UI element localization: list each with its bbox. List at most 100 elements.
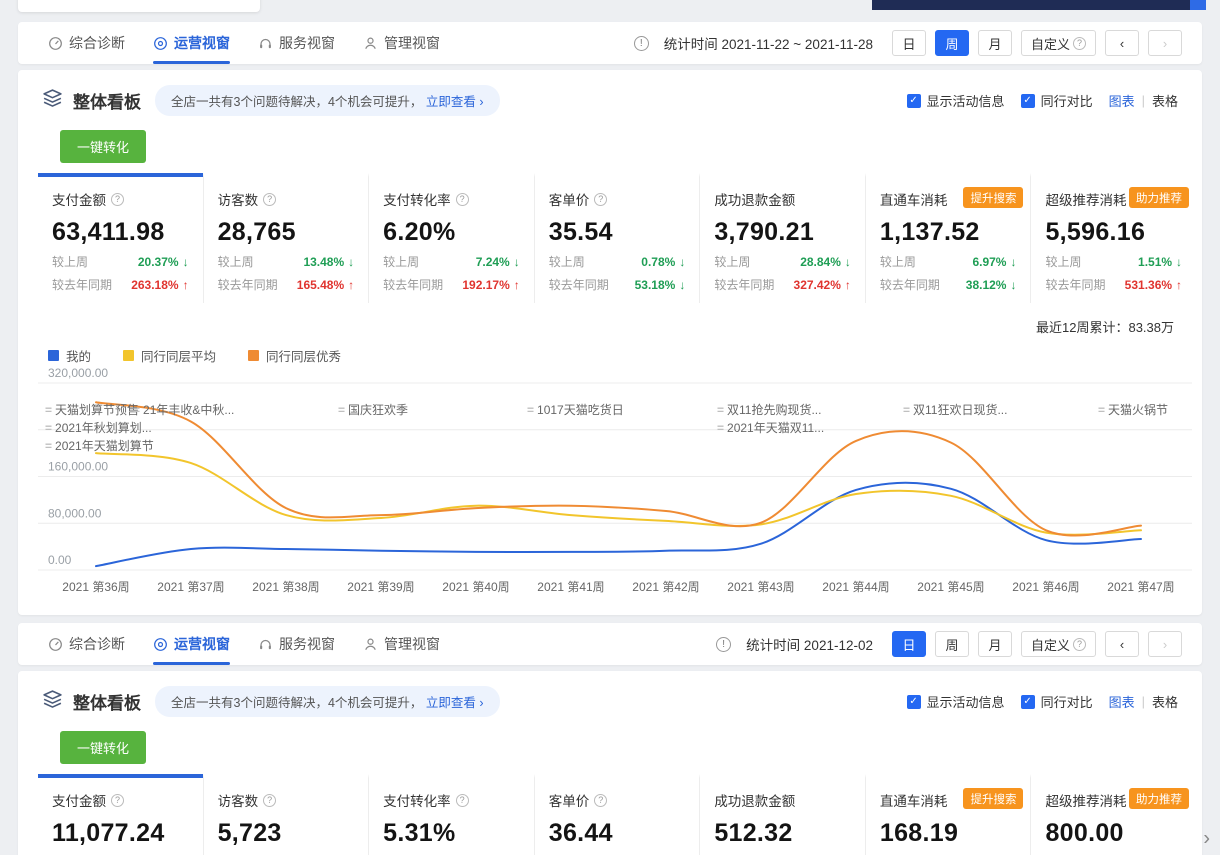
tab-3[interactable]: 管理视窗 [363, 22, 440, 64]
event-annotation: =双11狂欢日现货... [903, 401, 1007, 418]
metric-card-5[interactable]: 直通车消耗 提升搜索 168.19 较前1日 1.31% ↓ 较上周同期 6.0… [865, 774, 1031, 855]
board-title: 整体看板 [73, 689, 141, 714]
checkbox-0[interactable]: ✓ 显示活动信息 [907, 91, 1005, 110]
range-button-月[interactable]: 月 [978, 631, 1012, 657]
metric-card-6[interactable]: 超级推荐消耗 助力推荐 800.00 较前1日 0.00% — 较上周同期 0.… [1030, 774, 1196, 855]
metric-card-3[interactable]: 客单价 ? 36.44 较前1日 1.43% ↑ 较上周同期 2.66% ↑ [534, 774, 700, 855]
chart-legend: 我的 同行同层平均 同行同层优秀 [48, 346, 1202, 365]
tab-0[interactable]: 综合诊断 [48, 623, 125, 665]
metric-card-1[interactable]: 访客数 ? 5,723 较前1日 49.97% ↑ 较上周同期 37.61% ↑ [203, 774, 369, 855]
compare-value: 327.42% [794, 278, 841, 292]
range-button-自定义[interactable]: 自定义 ? [1021, 30, 1096, 56]
range-button-日[interactable]: 日 [892, 30, 926, 56]
checkbox-0[interactable]: ✓ 显示活动信息 [907, 692, 1005, 711]
metric-card-4[interactable]: 成功退款金额 512.32 较前1日 114.00% ↑ 较上周同期 22.83… [699, 774, 865, 855]
help-icon[interactable]: ? [456, 794, 469, 807]
view-now-link[interactable]: 立即查看 › [426, 95, 484, 109]
tab-2[interactable]: 服务视窗 [258, 623, 335, 665]
next-period-button[interactable]: › [1148, 631, 1182, 657]
help-icon[interactable]: ? [263, 794, 276, 807]
cards-next-chevron-icon[interactable]: › [1203, 828, 1210, 851]
range-button-日[interactable]: 日 [892, 631, 926, 657]
one-click-convert-button[interactable]: 一键转化 [60, 130, 146, 163]
view-toggle: 图表 | 表格 [1109, 91, 1178, 110]
prev-period-button[interactable]: ‹ [1105, 30, 1139, 56]
range-button-周[interactable]: 周 [935, 30, 969, 56]
top-blue-segment [1190, 0, 1206, 10]
table-view-button[interactable]: 表格 [1152, 91, 1178, 110]
metric-card-6[interactable]: 超级推荐消耗 助力推荐 5,596.16 较上周 1.51% ↓ 较去年同期 5… [1030, 173, 1196, 303]
event-annotation: =21年丰收&中秋... [133, 401, 234, 418]
tab-1[interactable]: 运营视窗 [153, 623, 230, 665]
info-icon[interactable]: ! [716, 637, 731, 652]
compare-value: 28.84% [800, 255, 841, 269]
promo-badge[interactable]: 提升搜索 [963, 788, 1023, 809]
compare-label: 较上周 [549, 253, 585, 270]
arrow-down-icon: ↓ [1176, 255, 1182, 269]
metric-card-2[interactable]: 支付转化率 ? 6.20% 较上周 7.24% ↓ 较去年同期 192.17% … [368, 173, 534, 303]
event-annotation: =国庆狂欢季 [338, 401, 408, 418]
metric-card-0[interactable]: 支付金额 ? 63,411.98 较上周 20.37% ↓ 较去年同期 263.… [38, 173, 203, 303]
metric-value: 35.54 [549, 218, 690, 247]
arrow-down-icon: ↓ [845, 255, 851, 269]
legend-item-2[interactable]: 同行同层优秀 [248, 346, 341, 365]
metric-card-5[interactable]: 直通车消耗 提升搜索 1,137.52 较上周 6.97% ↓ 较去年同期 38… [865, 173, 1031, 303]
metric-value: 6.20% [383, 218, 524, 247]
view-toggle: 图表 | 表格 [1109, 692, 1178, 711]
legend-item-1[interactable]: 同行同层平均 [123, 346, 216, 365]
promo-badge[interactable]: 助力推荐 [1129, 187, 1189, 208]
metric-card-3[interactable]: 客单价 ? 35.54 较上周 0.78% ↓ 较去年同期 53.18% ↓ [534, 173, 700, 303]
prev-period-button[interactable]: ‹ [1105, 631, 1139, 657]
event-marker-icon: = [45, 439, 52, 453]
info-icon[interactable]: ! [634, 36, 649, 51]
event-marker-icon: = [133, 403, 140, 417]
svg-text:2021 第47周: 2021 第47周 [1107, 580, 1174, 594]
arrow-up-icon: ↑ [183, 278, 189, 292]
compass-icon [153, 637, 168, 652]
metric-card-4[interactable]: 成功退款金额 3,790.21 较上周 28.84% ↓ 较去年同期 327.4… [699, 173, 865, 303]
compare-label: 较去年同期 [549, 276, 609, 293]
chart-view-button[interactable]: 图表 [1109, 692, 1135, 711]
chart-view-button[interactable]: 图表 [1109, 91, 1135, 110]
promo-badge[interactable]: 助力推荐 [1129, 788, 1189, 809]
checkbox-label: 同行对比 [1041, 692, 1093, 711]
metric-card-0[interactable]: 支付金额 ? 11,077.24 较前1日 43.42% ↑ 较上周同期 23.… [38, 774, 203, 855]
promo-badge[interactable]: 提升搜索 [963, 187, 1023, 208]
metric-card-2[interactable]: 支付转化率 ? 5.31% 较前1日 5.72% ↓ 较上周同期 12.68% … [368, 774, 534, 855]
help-icon[interactable]: ? [263, 193, 276, 206]
compare-value: 192.17% [462, 278, 509, 292]
tab-2[interactable]: 服务视窗 [258, 22, 335, 64]
tab-3[interactable]: 管理视窗 [363, 623, 440, 665]
arrow-down-icon: ↓ [679, 255, 685, 269]
arrow-down-icon: ↓ [679, 278, 685, 292]
tab-0[interactable]: 综合诊断 [48, 22, 125, 64]
help-icon[interactable]: ? [111, 193, 124, 206]
compare-row: 较上周 6.97% ↓ [880, 253, 1021, 270]
arrow-up-icon: ↑ [845, 278, 851, 292]
view-now-link[interactable]: 立即查看 › [426, 696, 484, 710]
help-icon[interactable]: ? [456, 193, 469, 206]
metric-card-1[interactable]: 访客数 ? 28,765 较上周 13.48% ↓ 较去年同期 165.48% … [203, 173, 369, 303]
svg-text:2021 第43周: 2021 第43周 [727, 580, 794, 594]
checkbox-1[interactable]: ✓ 同行对比 [1021, 692, 1093, 711]
tab-1[interactable]: 运营视窗 [153, 22, 230, 64]
range-button-月[interactable]: 月 [978, 30, 1012, 56]
range-button-自定义[interactable]: 自定义 ? [1021, 631, 1096, 657]
help-icon[interactable]: ? [594, 193, 607, 206]
one-click-convert-button[interactable]: 一键转化 [60, 731, 146, 764]
event-marker-icon: = [527, 403, 534, 417]
checkbox-1[interactable]: ✓ 同行对比 [1021, 91, 1093, 110]
svg-text:2021 第40周: 2021 第40周 [442, 580, 509, 594]
metric-value: 5,723 [218, 819, 359, 848]
compare-value: 531.36% [1125, 278, 1172, 292]
tab-label: 综合诊断 [69, 634, 125, 654]
help-icon[interactable]: ? [111, 794, 124, 807]
event-marker-icon: = [338, 403, 345, 417]
compare-value: 6.97% [972, 255, 1006, 269]
table-view-button[interactable]: 表格 [1152, 692, 1178, 711]
metric-value: 5,596.16 [1045, 218, 1186, 247]
next-period-button[interactable]: › [1148, 30, 1182, 56]
legend-item-0[interactable]: 我的 [48, 346, 91, 365]
help-icon[interactable]: ? [594, 794, 607, 807]
range-button-周[interactable]: 周 [935, 631, 969, 657]
